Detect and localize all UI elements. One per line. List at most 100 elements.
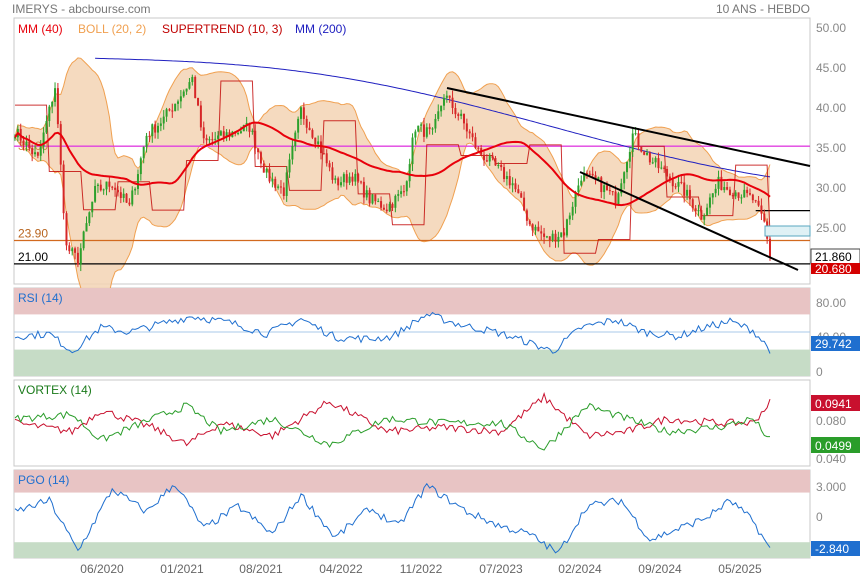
candle-body bbox=[734, 192, 737, 197]
candle-body bbox=[543, 233, 546, 237]
candle-body bbox=[288, 159, 291, 173]
candle-body bbox=[119, 192, 122, 198]
candle-body bbox=[400, 191, 403, 195]
candle-body bbox=[285, 172, 288, 196]
candle-body bbox=[640, 146, 643, 152]
hline-label-2: 21.00 bbox=[18, 250, 48, 264]
candle-body bbox=[720, 176, 723, 191]
candle-body bbox=[402, 191, 405, 193]
candle-body bbox=[437, 111, 440, 119]
candle-body bbox=[71, 248, 74, 252]
candle-body bbox=[342, 174, 345, 183]
candle-body bbox=[408, 164, 411, 182]
candle-body bbox=[291, 145, 294, 160]
candle-body bbox=[737, 192, 740, 198]
candle-body bbox=[257, 148, 260, 153]
candle-body bbox=[62, 164, 65, 214]
candle-body bbox=[199, 105, 202, 128]
candle-body bbox=[540, 231, 543, 234]
candle-body bbox=[648, 152, 651, 163]
candle-body bbox=[440, 105, 443, 112]
candle-body bbox=[422, 124, 425, 137]
candle-body bbox=[274, 178, 277, 188]
candle-body bbox=[748, 193, 751, 195]
x-tick-label: 11/2022 bbox=[400, 562, 443, 576]
candle-body bbox=[168, 109, 171, 111]
candle-body bbox=[317, 141, 320, 144]
price-tick: 50.00 bbox=[816, 21, 846, 35]
candle-body bbox=[405, 181, 408, 192]
candle-body bbox=[697, 210, 700, 212]
candle-body bbox=[79, 248, 82, 265]
candle-body bbox=[362, 181, 365, 198]
rsi-value: 29.742 bbox=[815, 337, 852, 351]
x-tick-label: 02/2024 bbox=[558, 562, 602, 576]
x-tick-label: 07/2023 bbox=[479, 562, 523, 576]
series-line-1-0 bbox=[14, 311, 771, 354]
candle-body bbox=[122, 193, 125, 198]
candle-body bbox=[205, 138, 208, 141]
candle-body bbox=[188, 82, 191, 89]
candle-body bbox=[99, 184, 102, 191]
candle-body bbox=[297, 118, 300, 133]
candle-body bbox=[380, 201, 383, 208]
candle-body bbox=[265, 168, 268, 173]
candle-body bbox=[56, 88, 59, 125]
candle-body bbox=[520, 193, 523, 198]
candle-body bbox=[39, 146, 42, 156]
candle-body bbox=[320, 141, 323, 154]
panel-frame-2 bbox=[13, 379, 811, 467]
candle-body bbox=[340, 182, 343, 186]
candle-body bbox=[382, 207, 385, 210]
candle-body bbox=[279, 186, 282, 188]
candle-body bbox=[388, 203, 391, 212]
candle-body bbox=[591, 173, 594, 176]
candle-body bbox=[691, 199, 694, 209]
candle-body bbox=[643, 151, 646, 155]
candle-body bbox=[348, 176, 351, 183]
candle-body bbox=[136, 174, 139, 189]
candle-body bbox=[277, 186, 280, 188]
candle-body bbox=[557, 236, 560, 242]
candle-body bbox=[483, 154, 486, 161]
candle-body bbox=[451, 97, 454, 108]
candle-body bbox=[460, 113, 463, 116]
candle-body bbox=[505, 175, 508, 180]
candle-body bbox=[185, 88, 188, 92]
x-tick-label: 04/2022 bbox=[319, 562, 363, 576]
price-tick: 40.00 bbox=[816, 101, 846, 115]
candle-body bbox=[308, 127, 311, 131]
candle-body bbox=[497, 165, 500, 167]
candle-body bbox=[345, 174, 348, 183]
chart-title: IMERYS - abcbourse.com bbox=[12, 2, 151, 16]
candle-body bbox=[314, 137, 317, 144]
candle-body bbox=[302, 107, 305, 119]
candle-body bbox=[54, 88, 57, 102]
panel-title-1: RSI (14) bbox=[18, 291, 63, 305]
panel-title-3: PGO (14) bbox=[18, 473, 69, 487]
pgo-tick: 0 bbox=[816, 510, 823, 524]
candle-body bbox=[743, 189, 746, 198]
hline-label-1: 23.90 bbox=[18, 226, 48, 240]
candle-body bbox=[651, 162, 654, 164]
candle-body bbox=[500, 165, 503, 168]
series-line-2-1 bbox=[14, 402, 770, 451]
candle-body bbox=[202, 127, 205, 139]
candle-body bbox=[617, 193, 620, 206]
panel-title-2: VORTEX (14) bbox=[18, 383, 92, 397]
candle-body bbox=[25, 141, 28, 146]
candle-body bbox=[334, 178, 337, 180]
price-box bbox=[764, 225, 811, 237]
candle-body bbox=[111, 186, 114, 188]
candle-body bbox=[634, 133, 637, 135]
candle-body bbox=[611, 191, 614, 193]
candle-body bbox=[728, 189, 731, 196]
candle-body bbox=[351, 176, 354, 182]
candle-body bbox=[548, 236, 551, 241]
candle-body bbox=[254, 130, 257, 149]
candle-body bbox=[471, 133, 474, 138]
legend-item-0: MM (40) bbox=[18, 22, 63, 36]
candle-body bbox=[131, 190, 134, 205]
candle-body bbox=[88, 212, 91, 224]
candle-body bbox=[156, 125, 159, 133]
